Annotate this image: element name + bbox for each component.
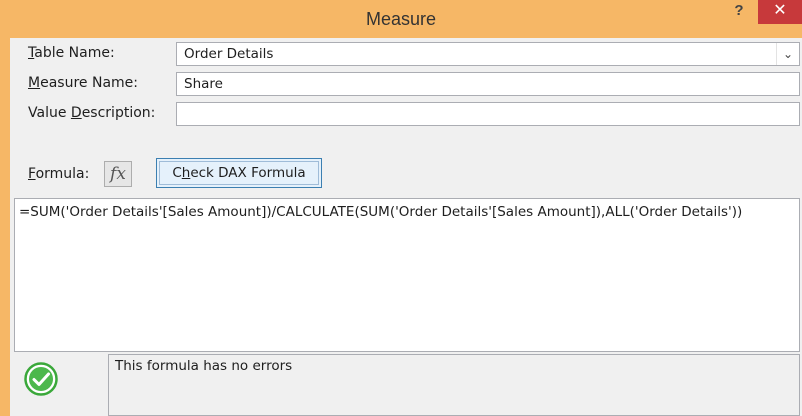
formula-text: =SUM('Order Details'[Sales Amount])/CALC…: [19, 204, 743, 220]
close-icon: ✕: [773, 2, 787, 19]
insert-function-button[interactable]: fx: [104, 161, 132, 187]
measure-dialog: Measure ? ✕ Table Name: Order Details ⌄ …: [0, 0, 802, 416]
formula-editor[interactable]: =SUM('Order Details'[Sales Amount])/CALC…: [14, 198, 800, 352]
check-dax-formula-button[interactable]: Check DAX Formula: [156, 158, 322, 188]
chevron-down-icon[interactable]: ⌄: [776, 43, 799, 65]
dialog-title: Measure: [365, 9, 437, 29]
title-bar: Measure ? ✕: [0, 0, 802, 38]
fx-icon: fx: [110, 164, 126, 184]
measure-name-label: Measure Name:: [28, 75, 138, 91]
table-name-dropdown[interactable]: Order Details ⌄: [176, 42, 800, 66]
close-button[interactable]: ✕: [758, 0, 802, 24]
measure-name-input[interactable]: Share: [176, 72, 800, 96]
check-circle-icon: [24, 362, 58, 396]
table-name-value: Order Details: [184, 46, 274, 62]
dialog-body: Table Name: Order Details ⌄ Measure Name…: [10, 38, 802, 416]
table-name-label: Table Name:: [28, 45, 115, 61]
value-description-label: Value Description:: [28, 105, 156, 121]
help-button[interactable]: ?: [724, 0, 754, 24]
status-message: This formula has no errors: [115, 358, 293, 374]
status-message-box: This formula has no errors: [108, 354, 800, 416]
value-description-input[interactable]: [176, 102, 800, 126]
formula-label: Formula:: [28, 166, 90, 182]
measure-name-value: Share: [184, 76, 223, 92]
